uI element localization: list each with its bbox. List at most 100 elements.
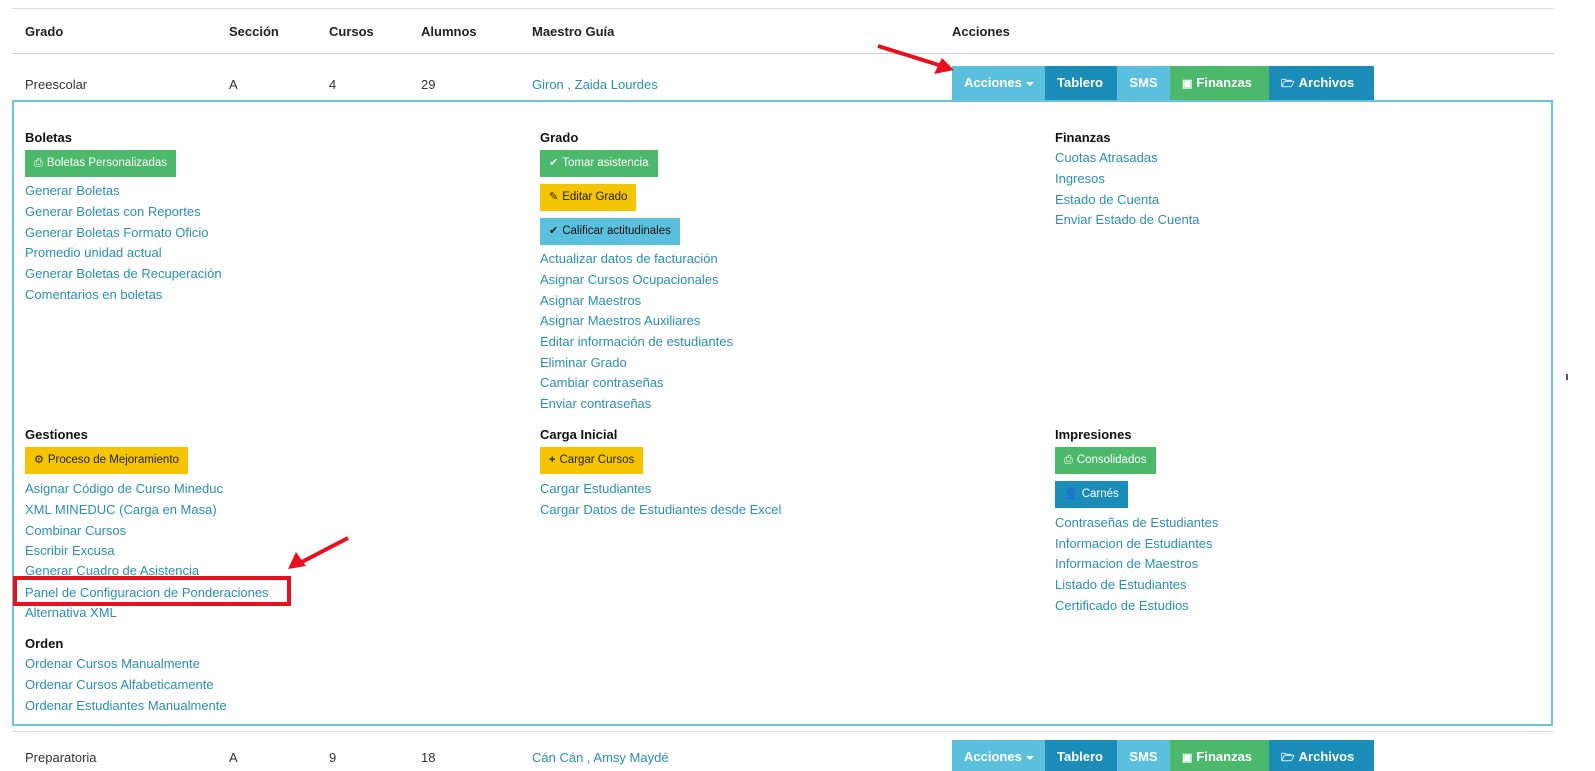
header-grado: Grado xyxy=(25,24,64,39)
link-estado-cuenta[interactable]: Estado de Cuenta xyxy=(1055,192,1159,207)
gear-icon: ⚙ xyxy=(34,454,44,466)
acciones-dropdown-button[interactable]: Acciones xyxy=(952,66,1045,100)
carnes-label: Carnés xyxy=(1081,488,1119,500)
link-alternativa-xml[interactable]: Alternativa XML xyxy=(25,605,117,620)
row-maestro-link[interactable]: Giron , Zaida Lourdes xyxy=(532,77,658,92)
boletas-personalizadas-label: Boletas Personalizadas xyxy=(46,157,167,169)
archivos-label: Archivos xyxy=(1298,75,1355,90)
table-top-border xyxy=(12,8,1554,9)
link-informacion-estudiantes[interactable]: Informacion de Estudiantes xyxy=(1055,536,1213,551)
print-icon: ⎙ xyxy=(1064,454,1073,466)
link-ingresos[interactable]: Ingresos xyxy=(1055,171,1105,186)
link-ordenar-cursos-alfabetico[interactable]: Ordenar Cursos Alfabeticamente xyxy=(25,677,214,692)
boletas-personalizadas-button[interactable]: ⎙ Boletas Personalizadas xyxy=(25,150,176,177)
consolidados-label: Consolidados xyxy=(1076,454,1147,466)
row-seccion: A xyxy=(229,750,238,765)
link-asignar-codigo-mineduc[interactable]: Asignar Código de Curso Mineduc xyxy=(25,481,223,496)
acciones-panel xyxy=(12,100,1553,726)
link-actualizar-facturacion[interactable]: Actualizar datos de facturación xyxy=(540,251,718,266)
section-gestiones-title: Gestiones xyxy=(25,427,88,442)
acciones-label: Acciones xyxy=(964,75,1022,90)
row-seccion: A xyxy=(229,77,238,92)
header-cursos: Cursos xyxy=(329,24,374,39)
acciones-dropdown-button[interactable]: Acciones xyxy=(952,740,1045,771)
row-action-buttons: Acciones Tablero SMS ▣ Finanzas 🗁 Archivos xyxy=(952,66,1374,100)
header-alumnos: Alumnos xyxy=(421,24,477,39)
sms-button[interactable]: SMS xyxy=(1117,740,1170,771)
link-asignar-cursos-ocupacionales[interactable]: Asignar Cursos Ocupacionales xyxy=(540,272,718,287)
archivos-label: Archivos xyxy=(1298,749,1355,764)
calificar-actitudinales-button[interactable]: ✔ Calificar actitudinales xyxy=(540,218,680,245)
link-cambiar-contrasenas[interactable]: Cambiar contraseñas xyxy=(540,375,664,390)
link-promedio-unidad[interactable]: Promedio unidad actual xyxy=(25,245,162,260)
link-generar-boletas[interactable]: Generar Boletas xyxy=(25,183,120,198)
money-icon: ▣ xyxy=(1182,78,1193,90)
consolidados-button[interactable]: ⎙ Consolidados xyxy=(1055,447,1156,474)
link-asignar-maestros-auxiliares[interactable]: Asignar Maestros Auxiliares xyxy=(540,313,700,328)
row-alumnos: 18 xyxy=(421,750,436,765)
link-panel-ponderaciones[interactable]: Panel de Configuracion de Ponderaciones xyxy=(25,585,273,600)
link-cuadro-asistencia[interactable]: Generar Cuadro de Asistencia xyxy=(25,563,199,578)
folder-open-icon: 🗁 xyxy=(1281,752,1295,764)
sms-button[interactable]: SMS xyxy=(1117,66,1170,100)
link-combinar-cursos[interactable]: Combinar Cursos xyxy=(25,523,126,538)
row-maestro-link[interactable]: Cán Cán , Amsy Maydé xyxy=(532,750,669,765)
row-cursos: 9 xyxy=(329,750,337,765)
check-icon: ✔ xyxy=(549,225,559,237)
link-informacion-maestros[interactable]: Informacion de Maestros xyxy=(1055,556,1198,571)
link-enviar-estado-cuenta[interactable]: Enviar Estado de Cuenta xyxy=(1055,212,1200,227)
link-cargar-datos-excel[interactable]: Cargar Datos de Estudiantes desde Excel xyxy=(540,502,781,517)
link-cuotas-atrasadas[interactable]: Cuotas Atrasadas xyxy=(1055,150,1158,165)
link-listado-estudiantes[interactable]: Listado de Estudiantes xyxy=(1055,577,1187,592)
link-escribir-excusa[interactable]: Escribir Excusa xyxy=(25,543,115,558)
link-contrasenas-estudiantes[interactable]: Contraseñas de Estudiantes xyxy=(1055,515,1218,530)
pencil-icon: ✎ xyxy=(549,191,559,203)
link-generar-boletas-reportes[interactable]: Generar Boletas con Reportes xyxy=(25,204,201,219)
link-comentarios-boletas[interactable]: Comentarios en boletas xyxy=(25,287,162,302)
editar-grado-label: Editar Grado xyxy=(562,191,628,203)
link-generar-boletas-oficio[interactable]: Generar Boletas Formato Oficio xyxy=(25,225,209,240)
row-grado: Preparatoria xyxy=(25,750,97,765)
link-cargar-estudiantes[interactable]: Cargar Estudiantes xyxy=(540,481,651,496)
section-impresiones-title: Impresiones xyxy=(1055,427,1132,442)
link-ordenar-estudiantes-manual[interactable]: Ordenar Estudiantes Manualmente xyxy=(25,698,227,713)
header-seccion: Sección xyxy=(229,24,279,39)
link-eliminar-grado[interactable]: Eliminar Grado xyxy=(540,355,627,370)
archivos-button[interactable]: 🗁 Archivos xyxy=(1269,740,1374,771)
editar-grado-button[interactable]: ✎ Editar Grado xyxy=(540,184,637,211)
tablero-button[interactable]: Tablero xyxy=(1045,740,1117,771)
proceso-mejoramiento-button[interactable]: ⚙ Proceso de Mejoramiento xyxy=(25,447,188,474)
section-orden-title: Orden xyxy=(25,636,64,651)
carnes-button[interactable]: 👤 Carnés xyxy=(1055,481,1128,508)
link-editar-info-estudiantes[interactable]: Editar información de estudiantes xyxy=(540,334,733,349)
finanzas-label: Finanzas xyxy=(1196,749,1253,764)
link-ordenar-cursos-manual[interactable]: Ordenar Cursos Manualmente xyxy=(25,656,200,671)
proceso-mejoramiento-label: Proceso de Mejoramiento xyxy=(47,454,179,466)
plus-icon: + xyxy=(549,454,556,466)
link-xml-mineduc[interactable]: XML MINEDUC (Carga en Masa) xyxy=(25,502,217,517)
section-boletas-title: Boletas xyxy=(25,130,72,145)
link-enviar-contrasenas[interactable]: Enviar contraseñas xyxy=(540,396,651,411)
caret-down-icon xyxy=(1025,81,1034,86)
folder-open-icon: 🗁 xyxy=(1281,78,1295,90)
link-asignar-maestros[interactable]: Asignar Maestros xyxy=(540,293,641,308)
finanzas-button[interactable]: ▣ Finanzas xyxy=(1170,66,1269,100)
cargar-cursos-label: Cargar Cursos xyxy=(559,454,635,466)
tomar-asistencia-button[interactable]: ✔ Tomar asistencia xyxy=(540,150,658,177)
archivos-button[interactable]: 🗁 Archivos xyxy=(1269,66,1374,100)
section-carga-title: Carga Inicial xyxy=(540,427,618,442)
row-grado: Preescolar xyxy=(25,77,88,92)
link-boletas-recuperacion[interactable]: Generar Boletas de Recuperación xyxy=(25,266,222,281)
finanzas-button[interactable]: ▣ Finanzas xyxy=(1170,740,1269,771)
tomar-asistencia-label: Tomar asistencia xyxy=(562,157,649,169)
page: Grado Sección Cursos Alumnos Maestro Guí… xyxy=(0,0,1595,771)
section-grado-title: Grado xyxy=(540,130,579,145)
scroll-indicator xyxy=(1566,374,1568,380)
tablero-button[interactable]: Tablero xyxy=(1045,66,1117,100)
acciones-label: Acciones xyxy=(964,749,1022,764)
header-divider xyxy=(12,53,1554,54)
link-certificado-estudios[interactable]: Certificado de Estudios xyxy=(1055,598,1189,613)
row-cursos: 4 xyxy=(329,77,337,92)
print-icon: ⎙ xyxy=(34,157,43,169)
cargar-cursos-button[interactable]: + Cargar Cursos xyxy=(540,447,644,474)
